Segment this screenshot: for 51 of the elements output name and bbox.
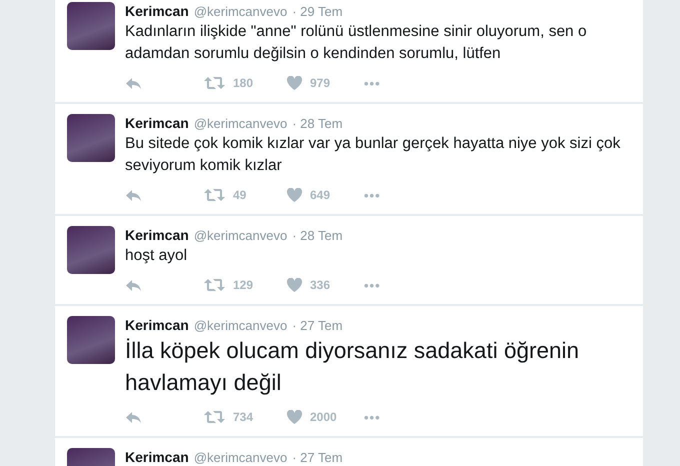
avatar-placeholder <box>67 114 115 162</box>
like-button[interactable]: 979 <box>287 76 330 90</box>
more-button[interactable]: ••• <box>364 76 381 90</box>
retweet-icon <box>204 410 225 424</box>
user-handle: @kerimcanvevo <box>194 449 288 466</box>
tweet-date[interactable]: · 27 Tem <box>292 317 343 335</box>
user-handle: @kerimcanvevo <box>194 227 288 245</box>
reply-button[interactable] <box>125 410 142 424</box>
tweet-text: İlla köpek olucam diyorsanız sadakati öğrenin havlamayı değil <box>125 337 580 397</box>
retweet-button[interactable]: 180 <box>204 76 254 90</box>
retweet-button[interactable]: 49 <box>204 188 246 202</box>
like-button[interactable]: 336 <box>287 278 330 292</box>
more-button[interactable]: ••• <box>364 410 381 424</box>
user-handle: @kerimcanvevo <box>194 115 288 133</box>
avatar-placeholder <box>67 226 115 274</box>
like-button[interactable]: 2000 <box>287 410 337 424</box>
more-button[interactable]: ••• <box>364 188 381 202</box>
reply-icon <box>125 278 142 292</box>
user-name[interactable]: Kerimcan <box>125 448 189 466</box>
reply-button[interactable] <box>125 76 142 90</box>
user-handle: @kerimcanvevo <box>194 317 288 335</box>
retweet-icon <box>204 188 225 202</box>
retweet-button[interactable]: 129 <box>204 278 254 292</box>
reply-button[interactable] <box>125 278 142 292</box>
avatar-placeholder <box>67 2 115 50</box>
heart-icon <box>287 278 302 292</box>
heart-icon <box>287 76 302 90</box>
heart-icon <box>287 410 302 424</box>
tweet-date[interactable]: · 28 Tem <box>292 115 343 133</box>
reply-icon <box>125 76 142 90</box>
user-name[interactable]: Kerimcan <box>125 226 189 244</box>
tweet-date[interactable]: · 27 Tem <box>292 449 343 466</box>
user-name[interactable]: Kerimcan <box>125 114 189 132</box>
tweet-text: Bu sitede çok komik kızlar var ya bunlar gerçek hayatta niye yok sizi çok seviyorum komik kızlar <box>125 134 622 176</box>
reply-icon <box>125 188 142 202</box>
tweet-date[interactable]: · 28 Tem <box>292 227 343 245</box>
more-button[interactable]: ••• <box>364 278 381 292</box>
user-handle: @kerimcanvevo <box>194 3 288 21</box>
user-name[interactable]: Kerimcan <box>125 316 189 334</box>
reply-button[interactable] <box>125 188 142 202</box>
avatar-placeholder <box>67 316 115 364</box>
like-button[interactable]: 649 <box>287 188 330 202</box>
reply-icon <box>125 410 142 424</box>
retweet-icon <box>204 76 225 90</box>
retweet-icon <box>204 278 225 292</box>
retweet-button[interactable]: 734 <box>204 410 254 424</box>
tweet-text: Kadınların ilişkide "anne" rolünü üstlenmesine sinir oluyorum, sen o adamdan sorumlu değilsin o kendinden sorumlu, lütfen <box>125 22 588 64</box>
heart-icon <box>287 188 302 202</box>
user-name[interactable]: Kerimcan <box>125 2 189 20</box>
tweet-text: hoşt ayol <box>125 246 188 266</box>
tweet-date[interactable]: · 29 Tem <box>292 3 343 21</box>
